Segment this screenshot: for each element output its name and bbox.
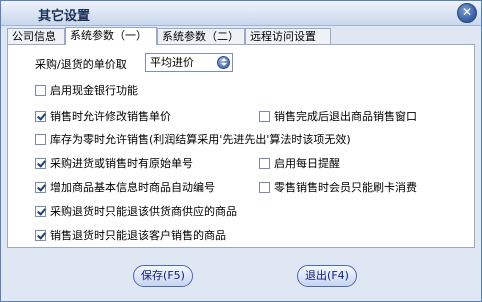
checkbox[interactable]	[35, 181, 46, 193]
checkbox[interactable]	[35, 84, 46, 96]
option-allow-sale-zero-stock[interactable]: 库存为零时允许销售(利润结算采用'先进先出'算法时该项无效)	[35, 131, 351, 147]
checkbox[interactable]	[35, 205, 46, 217]
option-auto-item-code[interactable]: 增加商品基本信息时商品自动编号	[35, 179, 215, 195]
price-source-value: 平均进价	[150, 56, 194, 69]
checkbox[interactable]	[259, 157, 270, 169]
option-member-card-only[interactable]: 零售销售时会员只能刷卡消费	[259, 179, 417, 195]
option-label: 销售退货时只能退该客户销售的商品	[50, 229, 226, 242]
option-label: 零售销售时会员只能刷卡消费	[274, 181, 417, 194]
option-exit-sales-window[interactable]: 销售完成后退出商品销售窗口	[259, 108, 417, 124]
price-source-select[interactable]: 平均进价	[145, 53, 233, 72]
tab-company-info[interactable]: 公司信息	[7, 28, 65, 44]
option-purchase-return-supplier-only[interactable]: 采购退货时只能退该供货商供应的商品	[35, 203, 237, 219]
save-button[interactable]: 保存(F5)	[133, 265, 193, 287]
settings-dialog: 其它设置 ✕ 公司信息 系统参数（一） 系统参数（二） 远程访问设置 采购/退货…	[0, 0, 482, 302]
option-daily-reminder[interactable]: 启用每日提醒	[259, 155, 340, 171]
option-label: 启用现金银行功能	[50, 84, 138, 97]
spinner-arrows-icon[interactable]	[217, 56, 230, 69]
checkbox[interactable]	[35, 133, 46, 145]
option-label: 库存为零时允许销售(利润结算采用'先进先出'算法时该项无效)	[50, 133, 351, 146]
option-label: 启用每日提醒	[274, 157, 340, 170]
checkbox[interactable]	[259, 110, 270, 122]
option-original-doc-no[interactable]: 采购进货或销售时有原始单号	[35, 155, 193, 171]
option-label: 增加商品基本信息时商品自动编号	[50, 181, 215, 194]
option-allow-modify-sale-price[interactable]: 销售时允许修改销售单价	[35, 108, 171, 124]
option-label: 销售时允许修改销售单价	[50, 110, 171, 123]
option-label: 销售完成后退出商品销售窗口	[274, 110, 417, 123]
price-source-label: 采购/退货的单价取	[35, 58, 127, 71]
option-label: 采购进货或销售时有原始单号	[50, 157, 193, 170]
option-label: 采购退货时只能退该供货商供应的商品	[50, 205, 237, 218]
option-sales-return-customer-only[interactable]: 销售退货时只能退该客户销售的商品	[35, 227, 226, 243]
dialog-title: 其它设置	[38, 9, 91, 24]
tab-remote-access[interactable]: 远程访问设置	[245, 28, 331, 44]
title-bar[interactable]: 其它设置 ✕	[1, 1, 481, 26]
option-enable-cash-bank[interactable]: 启用现金银行功能	[35, 82, 138, 98]
checkbox[interactable]	[35, 229, 46, 241]
tab-system-params-1[interactable]: 系统参数（一）	[65, 27, 157, 45]
checkbox[interactable]	[35, 110, 46, 122]
exit-button[interactable]: 退出(F4)	[297, 265, 357, 287]
close-icon[interactable]: ✕	[457, 3, 477, 23]
checkbox[interactable]	[259, 181, 270, 193]
tab-system-params-2[interactable]: 系统参数（二）	[157, 28, 245, 44]
checkbox[interactable]	[35, 157, 46, 169]
